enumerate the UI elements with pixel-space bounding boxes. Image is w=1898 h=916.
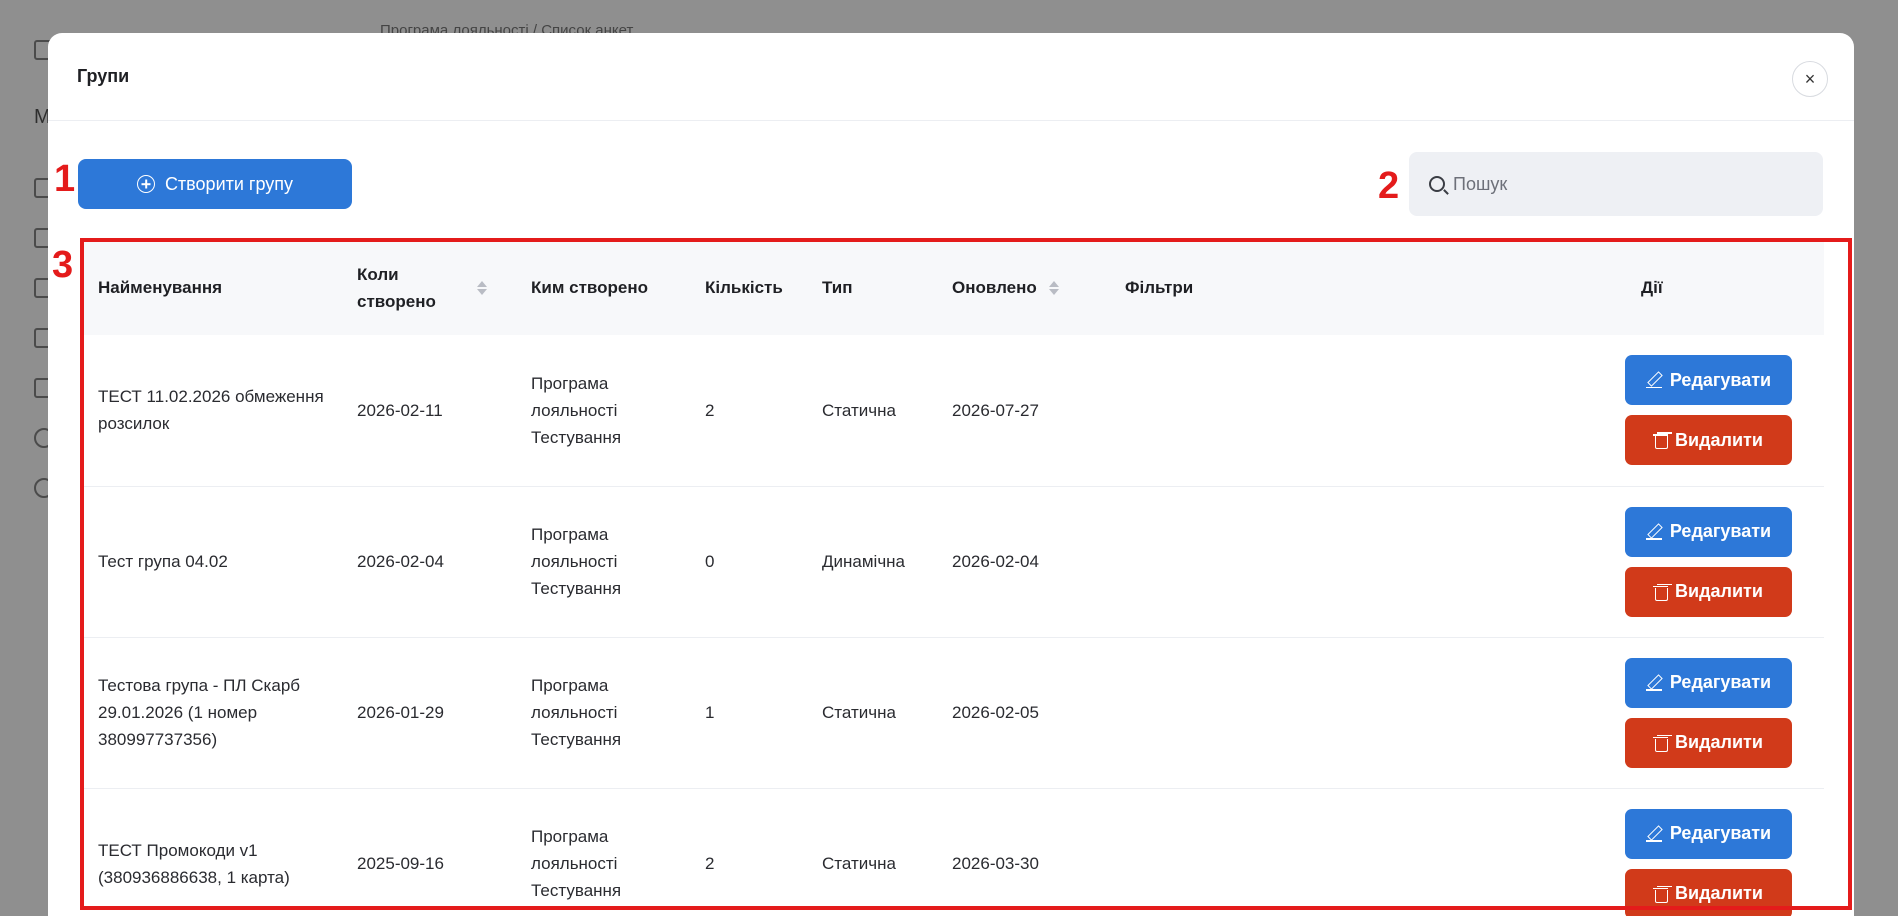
annotation-number-3: 3	[52, 244, 74, 286]
cell-updated: 2026-07-27	[952, 400, 1039, 420]
cell-actions: Редагувати Видалити	[1625, 637, 1824, 788]
plus-circle-icon	[136, 175, 155, 193]
pencil-icon	[1645, 826, 1662, 842]
cell-created: 2025-09-16	[357, 854, 444, 873]
search-input[interactable]	[1453, 173, 1793, 195]
groups-table: Найменування Коли створено Ким створено …	[82, 240, 1824, 916]
modal-header: Групи ×	[48, 33, 1854, 121]
trash-icon	[1653, 432, 1669, 450]
cell-filters	[1109, 486, 1625, 637]
delete-label: Видалити	[1675, 883, 1763, 903]
table-row: ТЕСТ Промокоди v1 (380936886638, 1 карта…	[82, 788, 1824, 916]
cell-created-by: Програма лояльності Тестування	[531, 676, 622, 749]
delete-button[interactable]: Видалити	[1625, 415, 1792, 466]
close-button[interactable]: ×	[1792, 61, 1828, 97]
header-updated[interactable]: Оновлено	[936, 240, 1109, 335]
cell-filters	[1109, 637, 1625, 788]
trash-icon	[1653, 735, 1669, 752]
search-box[interactable]	[1409, 152, 1823, 216]
cell-actions: Редагувати Видалити	[1625, 486, 1824, 637]
cell-name: ТЕСТ 11.02.2026 обмеження розсилок	[98, 387, 324, 434]
edit-button[interactable]: Редагувати	[1625, 506, 1792, 557]
cell-count: 2	[705, 854, 715, 873]
search-icon	[1429, 176, 1445, 192]
cell-name: ТЕСТ Промокоди v1 (380936886638, 1 карта…	[98, 840, 290, 887]
edit-label: Редагувати	[1669, 369, 1772, 390]
delete-button[interactable]: Видалити	[1625, 868, 1792, 916]
delete-button[interactable]: Видалити	[1625, 717, 1792, 768]
cell-created: 2026-02-11	[357, 400, 443, 420]
cell-type: Статична	[822, 854, 896, 873]
cell-created: 2026-01-29	[357, 703, 444, 722]
annotation-number-2: 2	[1378, 165, 1400, 207]
cell-name: Тестова група - ПЛ Скарб 29.01.2026 (1 н…	[98, 676, 301, 749]
cell-filters	[1109, 335, 1625, 486]
header-created[interactable]: Коли створено	[341, 240, 515, 335]
edit-button[interactable]: Редагувати	[1625, 657, 1792, 708]
delete-label: Видалити	[1675, 581, 1763, 601]
create-group-label: Створити групу	[164, 173, 294, 194]
table-row: ТЕСТ 11.02.2026 обмеження розсилок 2026-…	[82, 335, 1824, 486]
create-group-button[interactable]: Створити групу	[78, 159, 352, 209]
edit-label: Редагувати	[1669, 521, 1772, 541]
pencil-icon	[1645, 675, 1662, 691]
edit-button[interactable]: Редагувати	[1625, 808, 1792, 859]
edit-button[interactable]: Редагувати	[1625, 355, 1792, 406]
edit-label: Редагувати	[1669, 672, 1772, 692]
sort-icon	[477, 281, 487, 295]
cell-actions: Редагувати Видалити	[1625, 335, 1824, 486]
header-filters: Фільтри	[1125, 278, 1194, 297]
cell-filters	[1109, 788, 1625, 916]
cell-updated: 2026-03-30	[952, 854, 1039, 873]
annotation-number-1: 1	[54, 158, 76, 200]
edit-label: Редагувати	[1669, 823, 1772, 843]
cell-type: Статична	[822, 400, 896, 420]
groups-table-wrap: Найменування Коли створено Ким створено …	[82, 240, 1824, 916]
trash-icon	[1653, 886, 1669, 903]
cell-created-by: Програма лояльності Тестування	[531, 373, 622, 447]
table-row: Тестова група - ПЛ Скарб 29.01.2026 (1 н…	[82, 637, 1824, 788]
sort-icon	[1049, 281, 1059, 295]
header-actions: Дії	[1641, 278, 1663, 297]
header-type: Тип	[822, 278, 853, 297]
delete-label: Видалити	[1675, 429, 1763, 450]
cell-type: Статична	[822, 703, 896, 722]
table-row: Тест група 04.02 2026-02-04 Програма лоя…	[82, 486, 1824, 637]
table-header-row: Найменування Коли створено Ким створено …	[82, 240, 1824, 335]
pencil-icon	[1645, 524, 1662, 540]
cell-created: 2026-02-04	[357, 552, 444, 571]
cell-type: Динамічна	[822, 552, 906, 571]
cell-count: 2	[705, 400, 715, 420]
close-icon: ×	[1804, 68, 1816, 89]
cell-count: 1	[705, 703, 715, 722]
header-name: Найменування	[98, 278, 223, 297]
delete-label: Видалити	[1675, 732, 1763, 752]
cell-actions: Редагувати Видалити	[1625, 788, 1824, 916]
delete-button[interactable]: Видалити	[1625, 566, 1792, 617]
cell-updated: 2026-02-04	[952, 552, 1039, 571]
modal-title: Групи	[77, 66, 130, 86]
header-created-label: Коли створено	[357, 264, 436, 311]
cell-created-by: Програма лояльності Тестування	[531, 827, 622, 900]
header-updated-label: Оновлено	[952, 278, 1037, 298]
cell-updated: 2026-02-05	[952, 703, 1039, 722]
cell-created-by: Програма лояльності Тестування	[531, 525, 622, 598]
pencil-icon	[1645, 372, 1662, 389]
header-created-by: Ким створено	[531, 278, 649, 297]
trash-icon	[1653, 584, 1669, 601]
cell-name: Тест група 04.02	[98, 552, 228, 571]
header-count: Кількість	[705, 278, 783, 297]
cell-count: 0	[705, 552, 715, 571]
